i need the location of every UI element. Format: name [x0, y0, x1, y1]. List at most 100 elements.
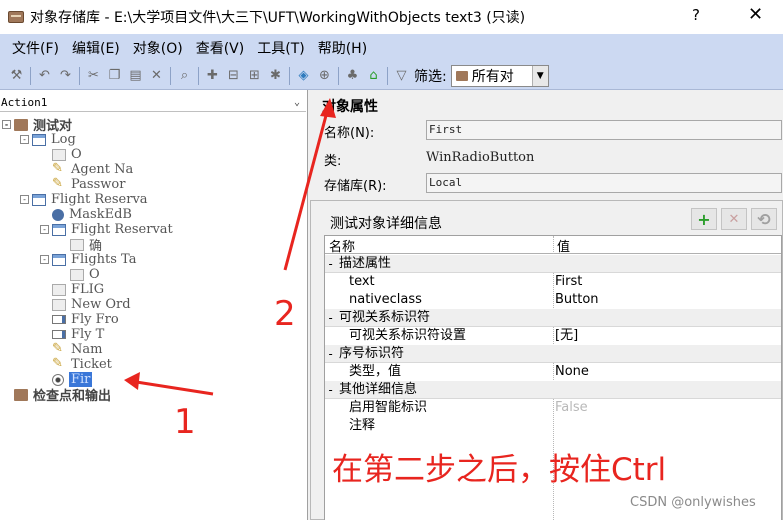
property-value[interactable]: Button	[555, 291, 599, 309]
tree-node[interactable]: MaskEdB	[40, 207, 132, 222]
toolbar-separator	[198, 66, 199, 85]
tree-node[interactable]: Fly T	[40, 327, 104, 342]
refresh-property-button[interactable]: ⟲	[751, 208, 777, 230]
button-icon	[52, 298, 66, 311]
tree-node[interactable]: - Flight Reserva	[20, 192, 148, 207]
tree-expander-icon[interactable]: -	[40, 225, 49, 234]
grid-group-row[interactable]: - 描述属性	[325, 255, 781, 273]
menu-file[interactable]: 文件(F)	[12, 38, 59, 58]
delete-icon[interactable]: ✕	[149, 68, 165, 84]
copy-icon[interactable]: ❐	[107, 68, 123, 84]
tree-expander-icon[interactable]: -	[40, 255, 49, 264]
tree-expander-icon[interactable]: -	[20, 135, 29, 144]
object-type-icon	[455, 70, 468, 81]
group-collapse-icon[interactable]: -	[327, 345, 334, 363]
chevron-down-icon[interactable]: ⌄	[294, 94, 300, 112]
filter-select[interactable]: 所有对 ▼	[450, 64, 549, 87]
add-object-icon[interactable]: ✚	[205, 68, 221, 84]
grid-property-row[interactable]: 可视关系标识符设置 [无]	[325, 327, 781, 345]
undo-icon[interactable]: ↶	[37, 68, 53, 84]
menu-object[interactable]: 对象(O)	[133, 38, 183, 58]
tree-node[interactable]: Nam	[40, 341, 102, 358]
window-icon	[52, 223, 66, 236]
group-name: 其他详细信息	[339, 382, 418, 397]
find-icon[interactable]: ⌕	[177, 68, 193, 84]
locate-icon[interactable]: ✱	[268, 68, 284, 84]
cut-icon[interactable]: ✂	[86, 68, 102, 84]
tools-icon[interactable]: ⚒	[9, 68, 25, 84]
grid-property-row[interactable]: nativeclass Button	[325, 291, 781, 309]
remove-property-button[interactable]: ✕	[721, 208, 747, 230]
tree-node[interactable]: 检查点和输出	[2, 387, 111, 404]
chevron-down-icon[interactable]: ▼	[531, 65, 548, 86]
tree-node-label: O	[89, 267, 100, 282]
close-button[interactable]: ✕	[748, 4, 763, 25]
define-object-icon[interactable]: ⊕	[317, 68, 333, 84]
tree-node[interactable]: 确	[58, 237, 102, 254]
tree-node[interactable]: Passwor	[40, 176, 126, 193]
group-name: 序号标识符	[339, 346, 405, 361]
class-label: 类:	[324, 154, 342, 169]
property-value[interactable]: None	[555, 363, 589, 381]
grid-group-row[interactable]: - 序号标识符	[325, 345, 781, 363]
toolbar-separator	[387, 66, 388, 85]
tree-node-label: Fly Fro	[71, 312, 119, 327]
mask-edit-icon	[52, 208, 64, 221]
add-property-button[interactable]: +	[691, 208, 717, 230]
highlight-icon[interactable]: ⊞	[247, 68, 263, 84]
tree-node[interactable]: - 测试对	[2, 117, 72, 134]
repository-icon	[14, 388, 28, 401]
menu-view[interactable]: 查看(V)	[196, 38, 245, 58]
property-name: nativeclass	[349, 292, 422, 307]
edit-field-icon	[52, 341, 66, 356]
edit-field-icon	[52, 356, 66, 371]
group-collapse-icon[interactable]: -	[327, 381, 334, 399]
property-value[interactable]: First	[555, 273, 582, 291]
export-icon[interactable]: ⌂	[366, 68, 382, 84]
button-icon	[70, 238, 84, 251]
tree-node[interactable]: Ticket	[40, 356, 112, 373]
property-value[interactable]: [无]	[555, 327, 578, 345]
tree-node[interactable]: FLIG	[40, 282, 104, 297]
name-field[interactable]: First	[426, 120, 782, 140]
menu-tools[interactable]: 工具(T)	[257, 38, 304, 58]
tree-node[interactable]: - Log	[20, 132, 76, 147]
grid-group-row[interactable]: - 其他详细信息	[325, 381, 781, 399]
tree-node[interactable]: Fly Fro	[40, 312, 119, 327]
paste-icon[interactable]: ▤	[128, 68, 144, 84]
redo-icon[interactable]: ↷	[58, 68, 74, 84]
group-collapse-icon[interactable]: -	[327, 255, 334, 273]
tree-expander-icon[interactable]: -	[20, 195, 29, 204]
grid-group-row[interactable]: - 可视关系标识符	[325, 309, 781, 327]
window-title: 对象存储库 - E:\大学项目文件\大三下\UFT\WorkingWithObj…	[30, 10, 526, 26]
merge-icon[interactable]: ♣	[345, 68, 361, 84]
column-header-name[interactable]: 名称	[329, 236, 355, 255]
edit-field-icon	[52, 176, 66, 191]
window-icon	[32, 193, 46, 206]
filter-label: 筛选:	[414, 68, 447, 85]
group-collapse-icon[interactable]: -	[327, 309, 334, 327]
tree-node[interactable]: New Ord	[40, 297, 131, 312]
property-value[interactable]: False	[555, 399, 588, 417]
update-icon[interactable]: ⊟	[226, 68, 242, 84]
tree-node[interactable]: - Flight Reservat	[40, 222, 173, 237]
help-button[interactable]: ?	[692, 6, 700, 24]
object-spy-icon[interactable]: ◈	[296, 68, 312, 84]
tree-node-label: Passwor	[71, 177, 126, 192]
menu-help[interactable]: 帮助(H)	[318, 38, 367, 58]
tree-node[interactable]: - Flights Ta	[40, 252, 136, 267]
grid-property-row[interactable]: 注释	[325, 417, 781, 435]
column-header-value[interactable]: 值	[557, 236, 570, 255]
tree-node[interactable]: O	[58, 267, 100, 282]
repository-label: 存储库(R):	[324, 179, 387, 194]
grid-property-row[interactable]: 类型，值 None	[325, 363, 781, 381]
tree-node-label: MaskEdB	[69, 207, 132, 222]
combobox-icon	[52, 315, 66, 324]
tree-expander-icon[interactable]: -	[2, 120, 11, 129]
grid-property-row[interactable]: 启用智能标识 False	[325, 399, 781, 417]
grid-property-row[interactable]: text First	[325, 273, 781, 291]
watermark: CSDN @onlywishes	[630, 495, 756, 510]
menu-edit[interactable]: 编辑(E)	[72, 38, 120, 58]
toolbar: ⚒ ↶ ↷ ✂ ❐ ▤ ✕ ⌕ ✚ ⊟ ⊞ ✱ ◈ ⊕ ♣ ⌂ ▽ 筛选: 所有…	[0, 62, 783, 90]
action-select[interactable]: Action1 ⌄	[0, 94, 306, 112]
